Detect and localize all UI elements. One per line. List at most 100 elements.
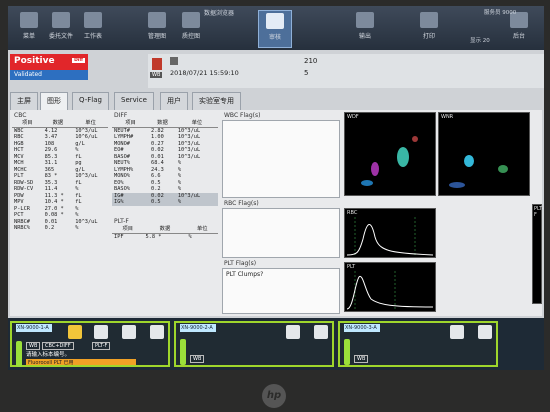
analyzer-status-bar: XN-9000-1-A WB CBC+DIFF PLT-F 请输入标本编号。 F… — [8, 318, 544, 370]
wbc-flag-title: WBC Flag(s) — [224, 112, 261, 119]
table-cell: 4.12 — [44, 127, 58, 134]
output-button[interactable]: 输出 — [348, 10, 382, 48]
table-header: 项目 数据 单位 — [112, 120, 218, 128]
print-icon — [420, 12, 438, 28]
table-cell: 0.2 — [44, 225, 55, 231]
warning-icon[interactable] — [68, 325, 82, 339]
tray-icon[interactable] — [94, 325, 108, 339]
validated-badge: Validated — [10, 70, 88, 80]
analyzer-extra-1: PLT-F — [92, 342, 111, 350]
reagent-icon[interactable] — [450, 325, 464, 339]
cbc-table: 项目 数据 单位 WBC 4.12 10^3/uL RBC 3.47 10^6/uL HGB 108… — [12, 120, 108, 232]
plt-histogram-curve — [346, 271, 434, 310]
table-row[interactable]: WBC 4.12 10^3/uL — [12, 127, 108, 134]
table-row[interactable]: IPF 5.8 *% — [112, 233, 218, 240]
analyzer-name-1: XN-9000-1-A — [16, 324, 52, 332]
table-cell: 10^3/uL — [177, 127, 201, 134]
table-cell: % — [175, 199, 218, 206]
plt-histogram: PLT — [344, 262, 436, 312]
plt-flag-title: PLT Flag(s) — [224, 260, 257, 267]
table-cell: % — [75, 225, 79, 231]
reagent-icon[interactable] — [122, 325, 136, 339]
tab-main[interactable]: 主屏 — [10, 92, 38, 110]
rbc-histogram-curve — [346, 217, 434, 256]
column-header: 项目 — [12, 120, 43, 128]
wbc-flag-box — [222, 120, 340, 198]
table-cell: IPF — [114, 233, 124, 240]
folder-icon — [52, 12, 70, 28]
tab-user[interactable]: 用户 — [160, 92, 188, 110]
management-chart-button[interactable]: 管理图 — [140, 10, 174, 48]
tab-service[interactable]: Service — [114, 92, 154, 110]
analyzer-mode-3: WB — [354, 355, 369, 363]
table-cell: % — [188, 233, 192, 240]
sequence-number: 5 — [304, 69, 309, 77]
diff-title: DIFF — [114, 112, 128, 119]
tube-icon — [152, 58, 162, 70]
rbc-flag-box — [222, 208, 340, 258]
analyzer-screen: 菜单 委托文件 工作表 管理图 质控图 数据浏览器 审核 输出 打印 后台 服务… — [8, 6, 544, 370]
worksheet-button[interactable]: 工作表 — [76, 10, 110, 48]
tab-bar: 主屏 图形 Q-Flag Service 用户 实验室专用 — [10, 92, 542, 110]
status-indicator-2 — [180, 339, 186, 365]
plt-clumps-flag: PLT Clumps? — [226, 271, 264, 278]
analyzer-submode-1: CBC+DIFF — [42, 342, 74, 350]
chart-icon — [148, 12, 166, 28]
user-label: 服务员 9000 — [484, 10, 517, 16]
analyzer-mode-1: WB — [26, 342, 41, 350]
menu-icon — [20, 12, 38, 28]
analyzer-panel-3[interactable]: XN-9000-3-A WB — [338, 321, 498, 367]
device-icon[interactable] — [478, 325, 492, 339]
checkmark-icon — [266, 13, 284, 29]
qc-chart-button[interactable]: 质控图 — [174, 10, 208, 48]
pltf-table: 项目 数据 单位 IPF 5.8 *% — [112, 226, 218, 240]
graph-panel: CBC 项目 数据 单位 WBC 4.12 10^3/uL RBC 3.47 10^6/uL HG… — [10, 110, 544, 316]
column-header: 数据 — [143, 226, 187, 234]
wdf-scatter-plot — [361, 136, 418, 186]
order-file-button[interactable]: 委托文件 — [44, 10, 78, 48]
rbc-flag-title: RBC Flag(s) — [224, 200, 259, 207]
print-button[interactable]: 打印 — [412, 10, 446, 48]
pltf-scattergram: PLT-F — [532, 204, 544, 304]
table-row[interactable]: NEUT# 2.82 10^3/uL — [112, 127, 218, 134]
rbc-histogram: RBC — [344, 208, 436, 258]
reagent-warning: Fluorocell PLT 已用 — [26, 359, 136, 366]
diff-table: 项目 数据 单位 NEUT# 2.82 10^3/uL LYMPH# 1.00 10^3/uL M… — [112, 120, 218, 206]
column-header: 项目 — [112, 120, 150, 128]
column-header: 单位 — [175, 120, 218, 128]
tab-graph[interactable]: 图形 — [40, 92, 68, 110]
analyzer-panel-1[interactable]: XN-9000-1-A WB CBC+DIFF PLT-F 请输入标本编号。 F… — [10, 321, 170, 367]
table-row[interactable]: IG% 0.5% — [112, 199, 218, 206]
pltf-title: PLT-F — [114, 218, 129, 225]
wnr-scatter-plot — [449, 155, 508, 188]
analyzer-mode-2: WB — [190, 355, 205, 363]
rack-number: 210 — [304, 57, 318, 65]
table-row[interactable]: NRBC% 0.2% — [12, 225, 108, 232]
menu-button[interactable]: 菜单 — [12, 10, 46, 48]
table-cell: 2.82 — [151, 127, 164, 134]
table-cell: 10^3/uL — [75, 127, 98, 134]
table-cell: 0.5 — [149, 199, 176, 206]
analyzer-panel-2[interactable]: XN-9000-2-A WB — [174, 321, 334, 367]
tab-qflag[interactable]: Q-Flag — [72, 92, 109, 110]
device-icon[interactable] — [314, 325, 328, 339]
qc-icon — [182, 12, 200, 28]
tab-lab[interactable]: 实验室专用 — [192, 92, 241, 110]
table-header: 项目 数据 单位 — [12, 120, 108, 128]
column-header: 项目 — [112, 226, 144, 234]
table-cell: 5.8 * — [145, 233, 162, 240]
worksheet-icon — [84, 12, 102, 28]
validate-button[interactable]: 审核 — [258, 10, 292, 48]
window-title: 数据浏览器 — [204, 10, 235, 17]
column-header: 单位 — [186, 226, 218, 234]
reagent-icon[interactable] — [286, 325, 300, 339]
table-cell: NEUT# — [114, 127, 130, 134]
sample-type: WB — [150, 72, 163, 78]
status-indicator-1 — [16, 341, 22, 367]
cbc-title: CBC — [14, 112, 27, 119]
table-cell: IG% — [112, 199, 150, 206]
analyzer-name-3: XN-9000-3-A — [344, 324, 380, 332]
analyzer-name-2: XN-9000-2-A — [180, 324, 216, 332]
device-icon[interactable] — [150, 325, 164, 339]
sample-info-bar: WB 2018/07/21 15:59:10 210 5 — [148, 54, 544, 88]
